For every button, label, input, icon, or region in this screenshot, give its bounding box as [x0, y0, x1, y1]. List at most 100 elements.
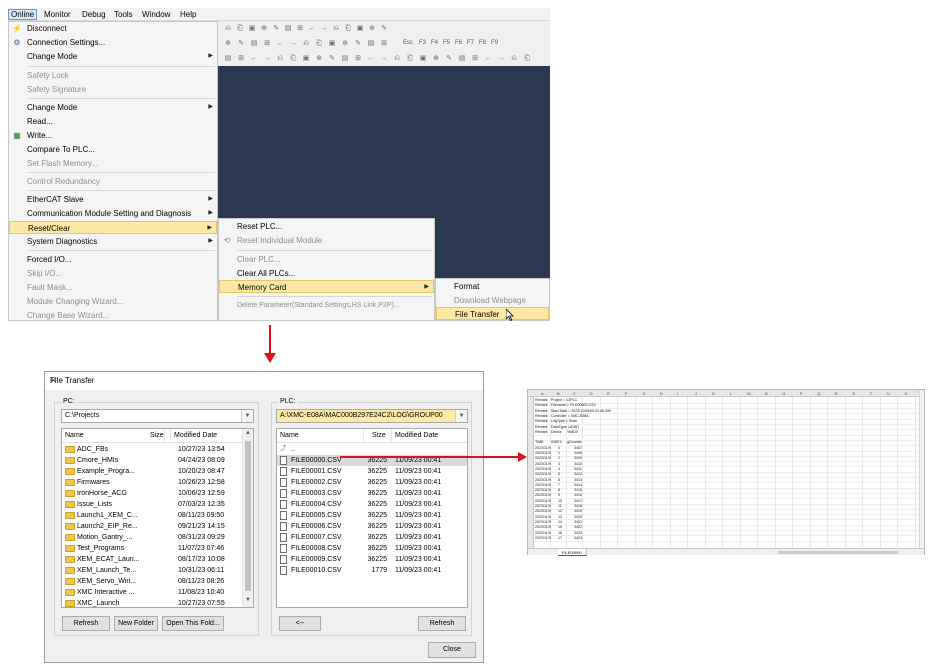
sheet-cell[interactable]: Device [551, 430, 562, 435]
scroll-down-icon[interactable]: ▼ [245, 597, 251, 603]
col-modified[interactable]: Modified Date [174, 432, 217, 439]
menu-window[interactable]: Window [140, 9, 172, 20]
toolbar-icon[interactable]: ▣ [328, 39, 336, 48]
sheet-cell[interactable]: 9 [558, 493, 560, 498]
col-size[interactable]: Size [150, 432, 164, 439]
col-modified[interactable]: Modified Date [395, 432, 438, 439]
menu-item-reset-clear[interactable]: Reset/Clear ▶ [9, 221, 217, 234]
column-header[interactable]: T [870, 390, 872, 397]
plc-file-row[interactable]: FILE00004.CSV 36225 11/09/23 00:41 [277, 499, 467, 510]
column-header[interactable]: L [730, 390, 732, 397]
col-name[interactable]: Name [65, 432, 84, 439]
sheet-cell[interactable]: 16 [558, 531, 562, 536]
sheet-cell[interactable]: 2023/11/9 [535, 509, 551, 514]
menu-item-file-transfer[interactable]: File Transfer [436, 307, 549, 320]
toolbar-icon[interactable]: ✎ [272, 24, 280, 33]
menu-monitor[interactable]: Monitor [42, 9, 73, 20]
menu-item-clear-all-plcs[interactable]: Clear All PLCs... [219, 267, 434, 280]
parent-folder-row[interactable]: ⤴ .. [277, 444, 467, 455]
sheet-cell[interactable]: 2 [558, 456, 560, 461]
toolbar-icon[interactable]: ▤ [341, 54, 349, 63]
sheet-cell[interactable]: DataType: UDINT [551, 425, 579, 430]
menu-item-change-mode-2[interactable]: Change Mode ▶ [9, 101, 217, 114]
sheet-cell[interactable]: Remark [535, 419, 548, 424]
plc-file-row[interactable]: FILE00005.CSV 36225 11/09/23 00:41 [277, 510, 467, 521]
column-header[interactable]: S [852, 390, 855, 397]
column-header[interactable]: B [557, 390, 560, 397]
sheet-cell[interactable]: 3415 [574, 488, 582, 493]
sheet-cell[interactable]: LogType = Scan [551, 419, 577, 424]
toolbar-icon[interactable]: ▤ [250, 39, 258, 48]
pc-file-row[interactable]: IronHorse_ACG 10/06/23 12:59 [62, 488, 253, 499]
column-header[interactable]: V [905, 390, 908, 397]
sheet-cell[interactable]: 2023/11/9 [535, 451, 551, 456]
toolbar-icon[interactable]: ▣ [419, 54, 427, 63]
column-header[interactable]: E [607, 390, 610, 397]
toolbar-icon[interactable]: ⎌ [302, 39, 310, 48]
sheet-cell[interactable]: 2023/11/9 [535, 520, 551, 525]
plc-file-list[interactable]: Name Size Modified Date ⤴ .. FILE00000.C… [276, 428, 468, 608]
chevron-down-icon[interactable]: ▼ [455, 410, 467, 422]
toolbar-icon[interactable]: → [380, 54, 388, 63]
toolbar-icon[interactable]: ✎ [328, 54, 336, 63]
plc-file-row[interactable]: FILE00006.CSV 36225 11/09/23 00:41 [277, 521, 467, 532]
toolbar-icon[interactable]: ✎ [237, 39, 245, 48]
sheet-cell[interactable]: 2023/11/9 [535, 478, 551, 483]
f8-key-button[interactable]: F8 [479, 40, 486, 46]
column-header[interactable]: I [677, 390, 678, 397]
plc-path-combo[interactable]: A:\XMC-E08A\MAC000B297E24C2\LOG\GROUP00 … [276, 409, 468, 423]
transfer-to-pc-button[interactable]: <-- [279, 616, 321, 631]
plc-file-row[interactable]: FILE00009.CSV 36225 11/09/23 00:41 [277, 554, 467, 565]
plc-file-row[interactable]: FILE00010.CSV 1779 11/09/23 00:41 [277, 565, 467, 576]
pc-file-row[interactable]: XEM_ECAT_Laun... 08/17/23 10:08 [62, 554, 253, 565]
sheet-cell[interactable]: Remark [535, 409, 548, 414]
toolbar-icon[interactable]: ⊞ [237, 54, 245, 63]
sheet-cell[interactable]: 2023/11/9 [535, 472, 551, 477]
menu-item-format[interactable]: Format [436, 280, 549, 293]
menu-item-disconnect[interactable]: ⚡ Disconnect [9, 22, 217, 35]
sheet-cell[interactable]: 3423 [574, 531, 582, 536]
plc-file-row[interactable]: FILE00003.CSV 36225 11/09/23 00:41 [277, 488, 467, 499]
toolbar-icon[interactable]: ⎌ [224, 24, 232, 33]
sheet-cell[interactable]: 2023/11/9 [535, 499, 551, 504]
pc-file-row[interactable]: XEM_Servo_Wiri... 08/11/23 08:26 [62, 576, 253, 587]
plc-file-row[interactable]: FILE00008.CSV 36225 11/09/23 00:41 [277, 543, 467, 554]
toolbar-icon[interactable]: ⊕ [224, 39, 232, 48]
sheet-cell[interactable]: %MD0 [567, 430, 578, 435]
menu-help[interactable]: Help [178, 9, 198, 20]
pc-file-row[interactable]: XEM_Launch_Te... 10/31/23 06:11 [62, 565, 253, 576]
f5-key-button[interactable]: F5 [443, 40, 450, 46]
sheet-cell[interactable]: 3420 [574, 515, 582, 520]
sheet-cell[interactable]: 5 [558, 472, 560, 477]
column-header[interactable]: U [887, 390, 890, 397]
toolbar-icon[interactable]: ← [484, 54, 492, 63]
menu-item-connection-settings[interactable]: ⚙ Connection Settings... [9, 36, 217, 49]
toolbar-icon[interactable]: ⊕ [432, 54, 440, 63]
sheet-cell[interactable]: 3424 [574, 536, 582, 541]
toolbar-icon[interactable]: ⊞ [380, 39, 388, 48]
sheet-cell[interactable]: Start Date = 2023/11/09/00:41:46.290 [551, 409, 611, 414]
sheet-cell[interactable]: Remark [535, 403, 548, 408]
column-header[interactable]: F [625, 390, 627, 397]
sheet-cell[interactable]: 2023/11/9 [535, 525, 551, 530]
sheet-cell[interactable]: Remark [535, 398, 548, 403]
pc-file-row[interactable]: XMC Interactive ... 11/08/23 10:40 [62, 587, 253, 598]
pc-file-row[interactable]: Firmwares 10/26/23 12:58 [62, 477, 253, 488]
menu-online[interactable]: Online [8, 9, 38, 20]
pc-file-row[interactable]: Launch2_EIP_Re... 09/21/23 14:15 [62, 521, 253, 532]
toolbar-icon[interactable]: ⊞ [354, 54, 362, 63]
sheet-cell[interactable]: 10 [558, 499, 562, 504]
esc-key-button[interactable]: Esc [403, 40, 413, 46]
sheet-cell[interactable]: 2023/11/9 [535, 483, 551, 488]
sheet-cell[interactable]: 3417 [574, 499, 582, 504]
sheet-cell[interactable]: Remark [535, 414, 548, 419]
f7-key-button[interactable]: F7 [467, 40, 474, 46]
scroll-up-icon[interactable]: ▲ [245, 430, 251, 436]
toolbar-icon[interactable]: ← [308, 24, 316, 33]
toolbar-icon[interactable]: → [497, 54, 505, 63]
pc-file-row[interactable]: Example_Progra... 10/20/23 08:47 [62, 466, 253, 477]
toolbar-icon[interactable]: ⎗ [315, 39, 323, 48]
toolbar-icon[interactable]: ⎌ [332, 24, 340, 33]
toolbar-icon[interactable]: ⊞ [296, 24, 304, 33]
sheet-cell[interactable]: 2023/11/9 [535, 446, 551, 451]
